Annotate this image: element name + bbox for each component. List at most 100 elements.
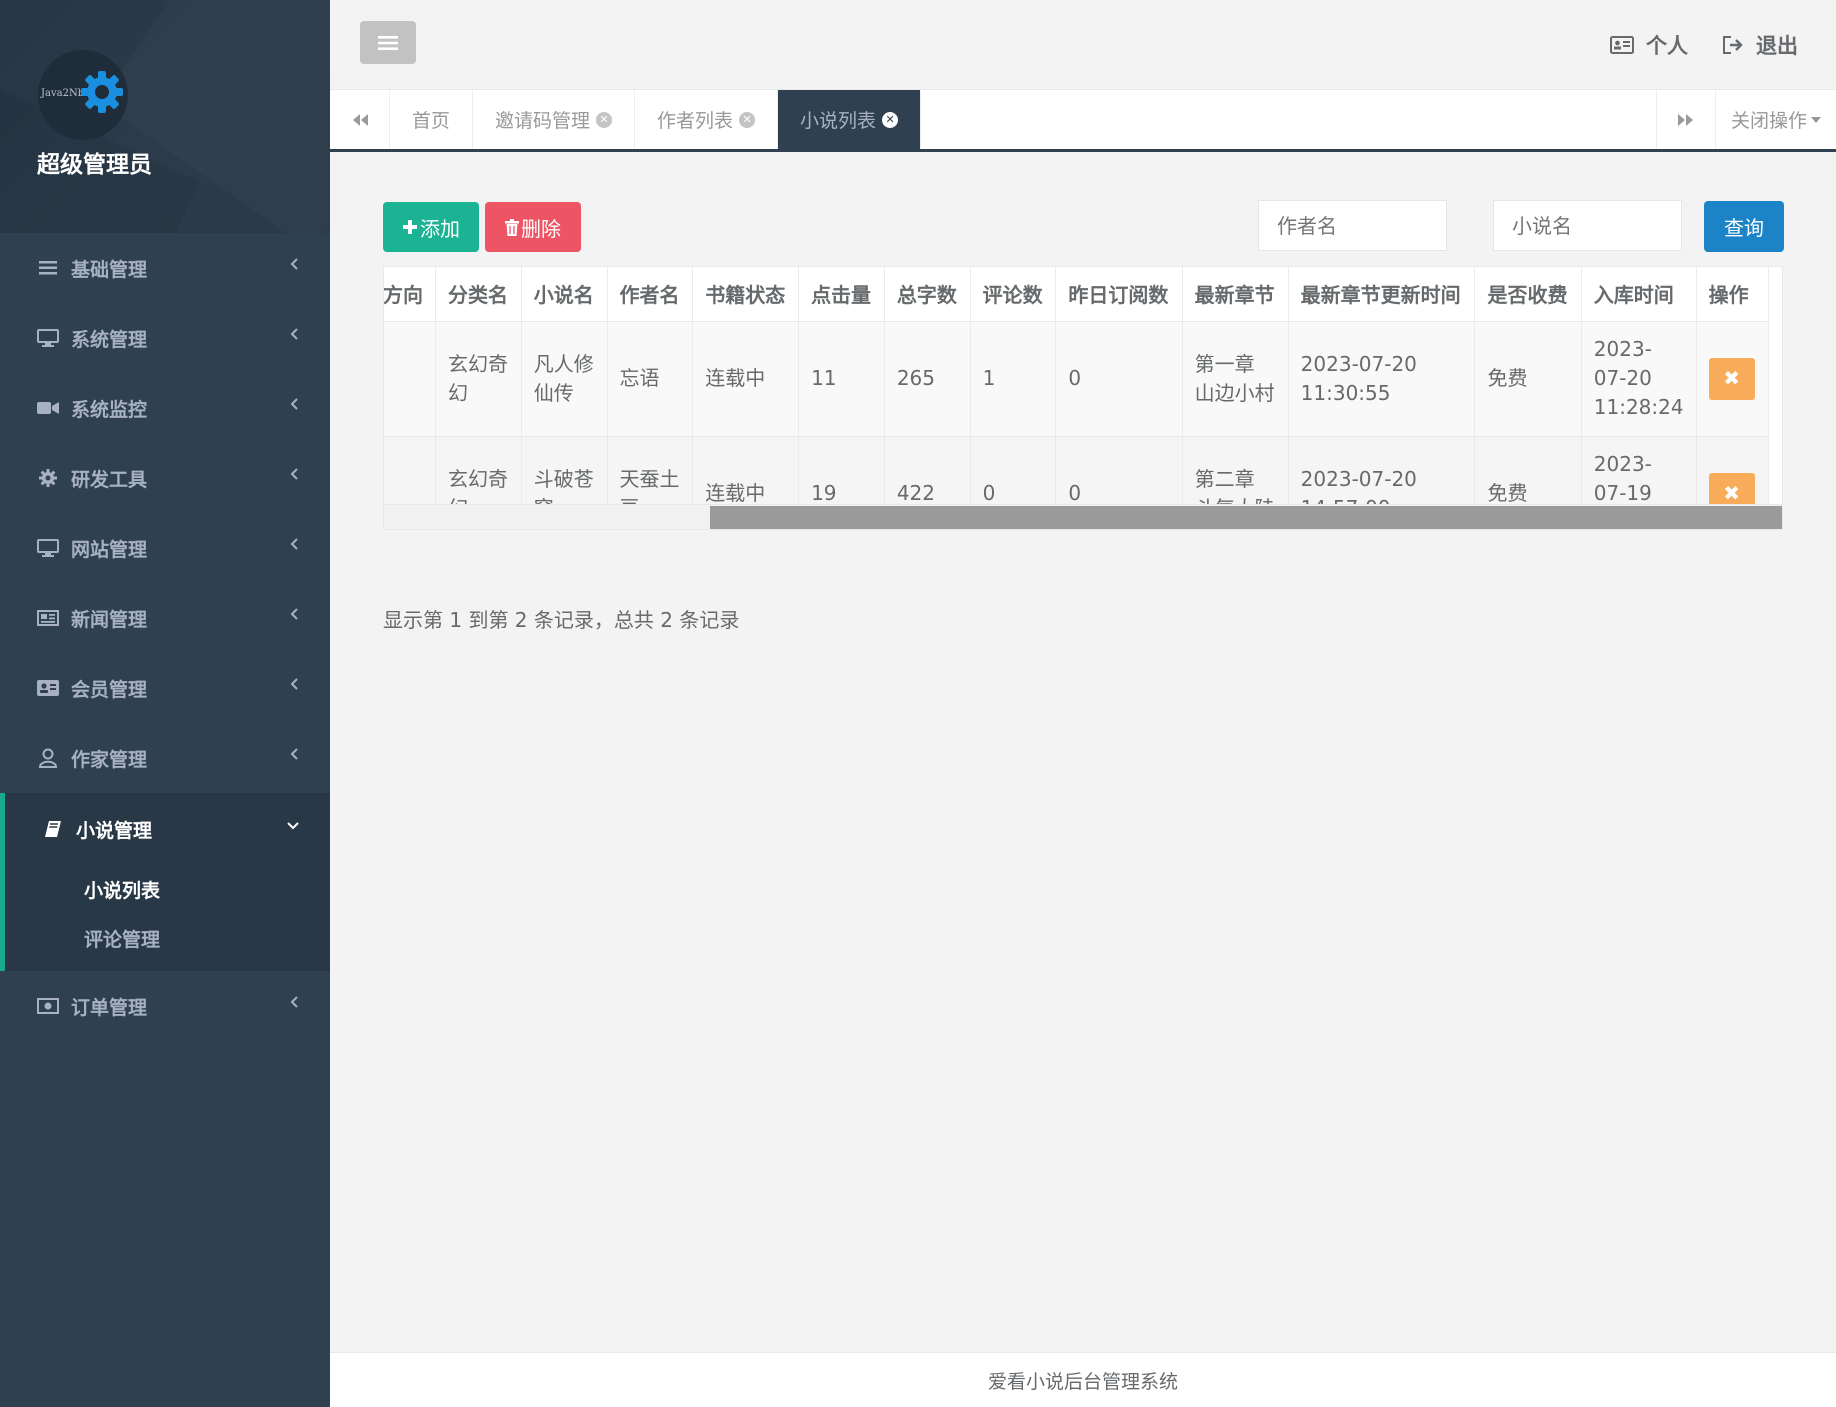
sidebar-item-novels-header[interactable]: 小说管理 [5,793,330,865]
scrollbar-thumb[interactable] [710,506,1782,529]
sidebar-item-system[interactable]: 系统管理 [0,303,330,373]
tab-home[interactable]: 首页 [390,90,474,149]
column-header[interactable]: 书籍状态 [692,267,800,322]
pagination-summary: 显示第 1 到第 2 条记录，总共 2 条记录 [383,608,740,632]
main-content: 添加 删除 查询 方向 分类名 小说名 作者名 书籍状态 点击量 总字数 评论数… [330,152,1836,1352]
cell-created: 2023-07-20 11:28:24 [1581,321,1697,437]
tab-invite-codes[interactable]: 邀请码管理 ✕ [473,90,636,149]
bars-icon [37,257,59,279]
sign-out-icon [1723,36,1743,54]
chevron-left-icon [290,468,298,480]
sidebar-item-orders[interactable]: 订单管理 [0,971,330,1041]
times-icon: ✖ [1723,366,1740,390]
chevron-down-icon [287,822,299,830]
column-header[interactable]: 是否收费 [1474,267,1582,322]
double-chevron-right-icon [1678,113,1693,126]
sidebar-item-label: 系统管理 [71,328,148,351]
tab-scroll-left-button[interactable] [330,90,390,149]
column-header[interactable]: 入库时间 [1581,267,1697,322]
sidebar-item-label: 会员管理 [71,678,148,701]
sidebar-item-label: 系统监控 [71,398,148,421]
tab-label: 邀请码管理 [495,110,591,132]
sidebar-item-label: 研发工具 [71,468,148,491]
sidebar-item-writers[interactable]: 作家管理 [0,723,330,793]
chevron-left-icon [290,258,298,270]
column-header[interactable]: 方向 [384,267,436,322]
close-icon[interactable]: ✕ [596,111,613,128]
chevron-left-icon [290,608,298,620]
logout-link[interactable]: 退出 [1722,30,1798,60]
close-icon[interactable]: ✕ [882,111,899,128]
money-icon [37,995,59,1017]
avatar[interactable]: Java2Nb [38,50,128,140]
tabs: 首页 邀请码管理 ✕ 作者列表 ✕ 小说列表 ✕ [390,90,922,149]
tab-scroll-right-button[interactable] [1656,90,1716,149]
table-row[interactable]: 玄幻奇幻 凡人修仙传 忘语 连载中 11 265 1 0 第一章 山边小村 20… [384,321,1770,437]
gear-icon [37,467,59,489]
column-header[interactable]: 点击量 [798,267,885,322]
submenu-item-comments[interactable]: 评论管理 [5,914,330,963]
sidebar-item-novels: 小说管理 小说列表 评论管理 [0,793,330,971]
remove-row-button[interactable]: ✖ [1708,357,1755,400]
novel-table: 方向 分类名 小说名 作者名 书籍状态 点击量 总字数 评论数 昨日订阅数 最新… [383,266,1783,530]
logout-label: 退出 [1756,34,1798,58]
cell-actions: ✖ [1696,321,1770,437]
column-header[interactable]: 总字数 [884,267,971,322]
close-operations-dropdown[interactable]: 关闭操作 [1716,90,1836,149]
chevron-left-icon [290,398,298,410]
add-button[interactable]: 添加 [383,202,479,252]
footer: 爱看小说后台管理系统 [330,1352,1836,1407]
column-header[interactable]: 作者名 [607,267,694,322]
tab-authors[interactable]: 作者列表 ✕ [635,90,779,149]
cell-updated: 2023-07-20 11:30:55 [1288,321,1476,437]
role-name: 超级管理员 [37,152,152,178]
query-button[interactable]: 查询 [1704,201,1784,252]
profile-panel: Java2Nb 超级管理员 [0,0,330,233]
cell-comments: 1 [970,321,1057,437]
novel-table-grid: 方向 分类名 小说名 作者名 书籍状态 点击量 总字数 评论数 昨日订阅数 最新… [384,267,1770,529]
id-card-icon [37,677,59,699]
novel-search-input[interactable] [1493,200,1682,251]
sidebar-item-news[interactable]: 新闻管理 [0,583,330,653]
cell-category: 玄幻奇幻 [435,321,522,437]
delete-button[interactable]: 删除 [485,202,581,252]
column-header[interactable]: 昨日订阅数 [1055,267,1183,322]
submenu-item-novel-list[interactable]: 小说列表 [5,865,330,914]
delete-button-label: 删除 [521,216,561,241]
author-search-input[interactable] [1258,200,1447,251]
cell-direction [384,321,436,437]
plus-icon [403,220,417,234]
cell-clicks: 11 [798,321,885,437]
sidebar-item-devtools[interactable]: 研发工具 [0,443,330,513]
caret-down-icon [1811,116,1821,123]
chevron-left-icon [290,538,298,550]
sidebar-item-website[interactable]: 网站管理 [0,513,330,583]
topbar: 个人 退出 [330,0,1836,90]
sidebar-item-label: 订单管理 [71,996,148,1019]
tabs-bar: 首页 邀请码管理 ✕ 作者列表 ✕ 小说列表 ✕ 关闭操作 [330,90,1836,152]
column-header[interactable]: 最新章节 [1182,267,1289,322]
cell-paid: 免费 [1474,321,1582,437]
tab-novel-list[interactable]: 小说列表 ✕ [778,90,922,149]
close-operations-label: 关闭操作 [1730,110,1807,132]
column-header[interactable]: 小说名 [521,267,608,322]
sidebar-item-basic[interactable]: 基础管理 [0,233,330,303]
tab-label: 作者列表 [657,110,734,132]
desktop-icon [37,537,59,559]
column-header[interactable]: 评论数 [970,267,1057,322]
sidebar-item-members[interactable]: 会员管理 [0,653,330,723]
book-icon [42,818,64,840]
column-header[interactable]: 操作 [1696,267,1770,322]
column-header[interactable]: 最新章节更新时间 [1288,267,1476,322]
newspaper-icon [37,607,59,629]
column-header[interactable]: 分类名 [435,267,522,322]
horizontal-scrollbar[interactable] [384,504,1782,529]
profile-link[interactable]: 个人 [1610,30,1688,60]
sidebar-menu: 基础管理 系统管理 系统监控 研发工具 网站管理 新闻管理 会员管理 作家管理 … [0,233,330,1041]
close-icon[interactable]: ✕ [739,111,756,128]
sidebar-item-monitor[interactable]: 系统监控 [0,373,330,443]
menu-toggle-button[interactable] [360,21,416,64]
add-button-label: 添加 [420,216,460,241]
id-card-icon [1610,36,1634,54]
cell-words: 265 [884,321,971,437]
